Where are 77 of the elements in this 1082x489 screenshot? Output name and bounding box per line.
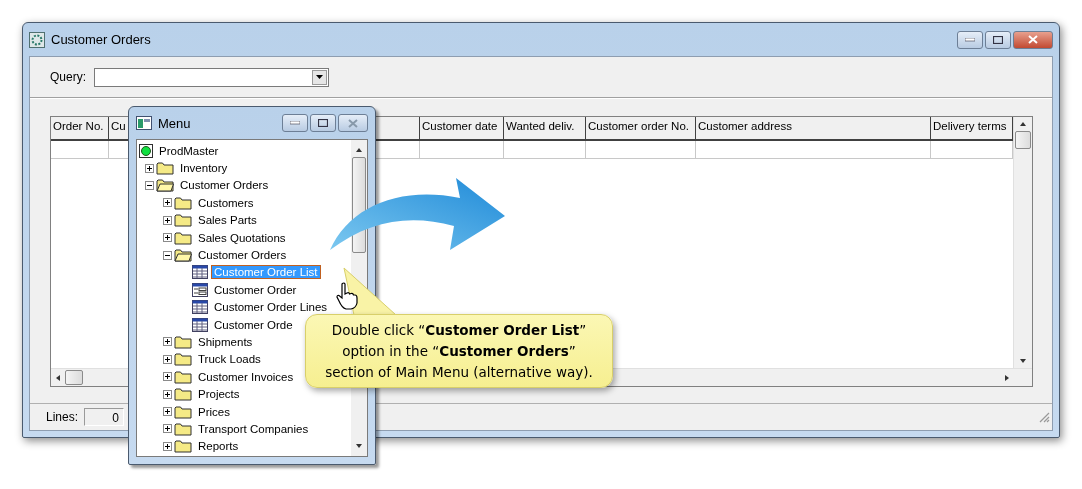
collapse-icon[interactable] bbox=[163, 250, 172, 260]
minimize-icon bbox=[290, 121, 300, 125]
folder-icon bbox=[174, 230, 192, 245]
maximize-button[interactable] bbox=[310, 114, 336, 132]
tree-item[interactable]: Customer Orders bbox=[196, 249, 289, 262]
expand-icon[interactable] bbox=[163, 337, 172, 347]
resize-grip-icon[interactable] bbox=[1038, 411, 1050, 423]
maximize-icon bbox=[318, 119, 328, 127]
folder-icon bbox=[174, 421, 192, 436]
folder-icon bbox=[174, 369, 192, 384]
maximize-icon bbox=[993, 35, 1003, 44]
minimize-icon bbox=[965, 37, 975, 42]
folder-icon bbox=[174, 352, 192, 367]
callout-text: Double click “Customer Order List” option in the “Customer Orders” section of Main Menu (alternative way). bbox=[324, 320, 594, 382]
query-label: Query: bbox=[50, 70, 86, 84]
tree-item[interactable]: ProdMaster bbox=[157, 144, 221, 157]
tree-item[interactable]: Sales Quotations bbox=[196, 231, 288, 244]
tree-item[interactable]: Shipments bbox=[196, 336, 255, 348]
window-icon bbox=[136, 116, 152, 130]
tree-item[interactable]: Customer Order bbox=[212, 283, 299, 296]
expand-icon[interactable] bbox=[163, 198, 172, 208]
close-icon bbox=[348, 118, 358, 128]
tree-item[interactable]: Customers bbox=[196, 196, 256, 209]
expand-icon[interactable] bbox=[163, 441, 172, 451]
tree-item[interactable]: Prices bbox=[196, 405, 232, 418]
folder-icon bbox=[174, 195, 192, 210]
expand-icon[interactable] bbox=[163, 424, 172, 434]
expand-icon[interactable] bbox=[163, 407, 172, 417]
tree-item[interactable]: Customer Orders bbox=[178, 179, 271, 192]
query-dropdown[interactable] bbox=[94, 67, 329, 87]
column-header[interactable]: Wanted deliv. bbox=[504, 117, 586, 139]
open-folder-icon bbox=[156, 178, 174, 193]
status-light-icon bbox=[139, 143, 153, 158]
tree-item[interactable]: Projects bbox=[196, 388, 242, 401]
close-icon bbox=[1028, 35, 1038, 44]
lines-label: Lines: bbox=[46, 410, 79, 424]
collapse-icon[interactable] bbox=[145, 180, 154, 190]
column-header[interactable]: Customer address bbox=[696, 117, 931, 139]
dropdown-arrow-icon bbox=[316, 75, 323, 79]
hand-cursor-icon bbox=[336, 282, 358, 310]
expand-icon[interactable] bbox=[163, 372, 172, 382]
window-title: Menu bbox=[158, 115, 192, 131]
window-title: Customer Orders bbox=[51, 32, 152, 47]
form-icon bbox=[192, 282, 208, 297]
grid-icon bbox=[192, 300, 208, 315]
expand-icon[interactable] bbox=[163, 215, 172, 225]
tree-item[interactable]: Truck Loads bbox=[196, 353, 263, 366]
scroll-thumb[interactable] bbox=[65, 370, 83, 385]
folder-icon bbox=[174, 335, 192, 349]
folder-icon bbox=[174, 213, 192, 228]
close-button[interactable] bbox=[1013, 30, 1053, 49]
column-header[interactable]: Customer date bbox=[420, 117, 504, 139]
tree-item[interactable]: Sales Parts bbox=[196, 214, 259, 227]
grid-icon bbox=[192, 317, 208, 332]
tree-item[interactable]: Transport Companies bbox=[196, 422, 311, 435]
expand-icon[interactable] bbox=[145, 163, 154, 173]
tree-item[interactable]: Customer Orde bbox=[212, 318, 295, 331]
tree-item[interactable]: Customer Order Lines bbox=[212, 301, 330, 314]
folder-icon bbox=[156, 161, 174, 176]
grid-icon bbox=[192, 265, 208, 280]
folder-icon bbox=[174, 387, 192, 402]
vertical-scrollbar[interactable] bbox=[1013, 117, 1032, 368]
scroll-thumb[interactable] bbox=[1015, 131, 1031, 149]
expand-icon[interactable] bbox=[163, 389, 172, 399]
expand-icon[interactable] bbox=[163, 354, 172, 364]
folder-icon bbox=[174, 439, 192, 454]
tree-item[interactable]: Customer Invoices bbox=[196, 370, 296, 383]
column-header[interactable]: Customer order No. bbox=[586, 117, 696, 139]
lines-count-field: 0 bbox=[84, 408, 125, 426]
expand-icon[interactable] bbox=[163, 233, 172, 243]
folder-icon bbox=[174, 404, 192, 419]
open-folder-icon bbox=[174, 248, 192, 263]
tree-item[interactable]: Reports bbox=[196, 440, 241, 453]
tree-item[interactable]: Inventory bbox=[178, 162, 230, 175]
app-icon bbox=[29, 31, 45, 48]
maximize-button[interactable] bbox=[985, 30, 1011, 49]
column-header[interactable]: Order No. bbox=[51, 117, 109, 139]
